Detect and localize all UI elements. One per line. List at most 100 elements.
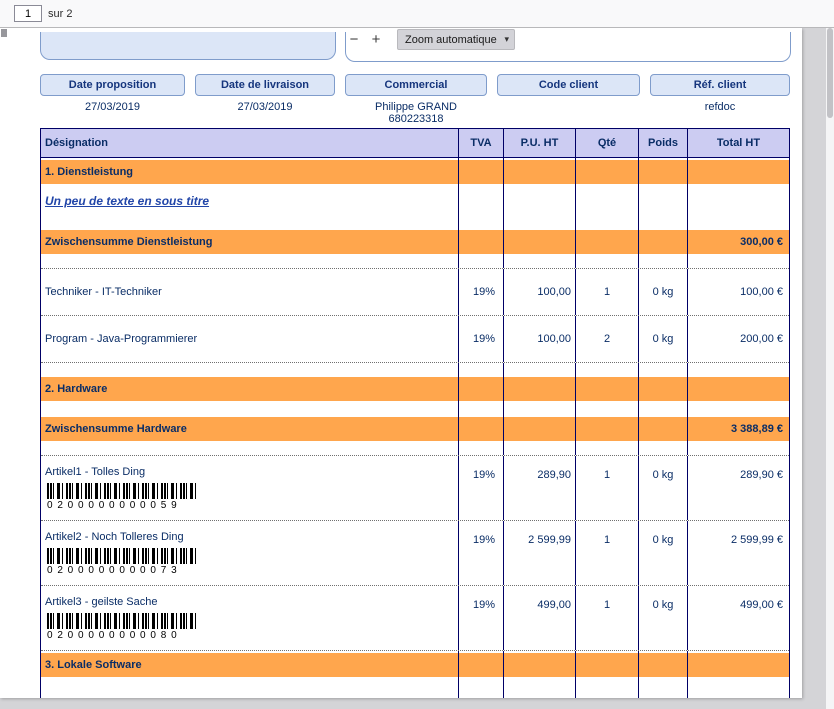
cell bbox=[459, 216, 504, 228]
table-row-item: Artikel1 - Tolles Ding 0 2 0 0 0 0 0 0 0 … bbox=[41, 456, 789, 521]
item-total: 100,00 € bbox=[688, 269, 789, 315]
cell: Artikel2 - Noch Tolleres Ding0 2 0 0 0 0… bbox=[41, 521, 459, 585]
cell bbox=[504, 186, 576, 216]
cell bbox=[459, 363, 504, 375]
item-unit-price: 499,00 bbox=[504, 586, 576, 650]
pdf-toolbar: sur 2 bbox=[0, 0, 834, 28]
barcode-digits: 0 2 0 0 0 0 0 0 0 0 0 5 9 bbox=[45, 500, 458, 511]
item-weight: 0 kg bbox=[639, 586, 688, 650]
zoom-select-value: Zoom automatique bbox=[405, 34, 497, 46]
item-weight: 0 kg bbox=[639, 521, 688, 585]
column-header: Qté bbox=[576, 129, 639, 157]
cell bbox=[504, 403, 576, 415]
page-count-label: sur 2 bbox=[48, 8, 72, 20]
item-tva: 19% bbox=[459, 316, 504, 362]
cell bbox=[459, 158, 504, 186]
cell bbox=[459, 415, 504, 443]
cell bbox=[576, 216, 639, 228]
field-value-line: 27/03/2019 bbox=[195, 101, 335, 113]
item-total: 499,00 € bbox=[688, 586, 789, 650]
chevron-down-icon: ▾ bbox=[504, 34, 509, 45]
cell bbox=[459, 186, 504, 216]
cell bbox=[576, 403, 639, 415]
cutoff-box-left bbox=[40, 32, 336, 60]
cell bbox=[459, 651, 504, 679]
table-row-fill bbox=[41, 679, 789, 698]
cell bbox=[688, 443, 789, 455]
table-header-row: DésignationTVAP.U. HTQtéPoidsTotal HT bbox=[41, 129, 789, 158]
scrollbar-thumb[interactable] bbox=[827, 28, 833, 118]
item-total: 200,00 € bbox=[688, 316, 789, 362]
cell bbox=[459, 256, 504, 268]
item-name: Artikel2 - Noch Tolleres Ding bbox=[45, 531, 458, 543]
zoom-in-button[interactable]: + bbox=[365, 30, 387, 50]
field-value: Philippe GRAND680223318 bbox=[345, 101, 487, 125]
subtitle-text: Un peu de texte en sous titre bbox=[45, 194, 209, 208]
table-row-subtotal: Zwischensumme Hardware3 388,89 € bbox=[41, 415, 789, 443]
vertical-scrollbar[interactable] bbox=[826, 28, 834, 709]
cell bbox=[688, 679, 789, 698]
section-label: Zwischensumme Hardware bbox=[45, 423, 187, 435]
column-header: TVA bbox=[459, 129, 504, 157]
cell bbox=[504, 363, 576, 375]
items-table: DésignationTVAP.U. HTQtéPoidsTotal HT 1.… bbox=[40, 128, 790, 698]
cell bbox=[504, 415, 576, 443]
cell bbox=[576, 415, 639, 443]
field-value-line: refdoc bbox=[650, 101, 790, 113]
item-qty: 1 bbox=[576, 586, 639, 650]
cell bbox=[639, 415, 688, 443]
cell bbox=[576, 651, 639, 679]
page-number-input[interactable] bbox=[14, 5, 42, 22]
cell bbox=[688, 158, 789, 186]
table-body: 1. Dienstleistung Un peu de texte en sous… bbox=[41, 158, 789, 698]
field-value bbox=[497, 101, 640, 125]
cell bbox=[41, 443, 459, 455]
field-label: Date proposition bbox=[40, 74, 185, 96]
cell bbox=[639, 256, 688, 268]
cell bbox=[688, 256, 789, 268]
table-row-spacer bbox=[41, 363, 789, 375]
item-qty: 1 bbox=[576, 456, 639, 520]
cell bbox=[688, 375, 789, 403]
cell bbox=[639, 403, 688, 415]
cell bbox=[639, 651, 688, 679]
barcode bbox=[47, 613, 199, 629]
table-row-spacer bbox=[41, 403, 789, 415]
section-label: Zwischensumme Dienstleistung bbox=[45, 236, 212, 248]
cell bbox=[688, 216, 789, 228]
item-unit-price: 289,90 bbox=[504, 456, 576, 520]
corner-marker bbox=[1, 29, 7, 37]
zoom-select[interactable]: Zoom automatique ▾ bbox=[397, 29, 515, 50]
item-name: Artikel3 - geilste Sache bbox=[45, 596, 458, 608]
item-name: Artikel1 - Tolles Ding bbox=[45, 466, 458, 478]
item-unit-price: 2 599,99 bbox=[504, 521, 576, 585]
section-label: 2. Hardware bbox=[45, 383, 107, 395]
item-qty: 1 bbox=[576, 521, 639, 585]
item-qty: 2 bbox=[576, 316, 639, 362]
pdf-viewer: Date propositionDate de livraisonCommerc… bbox=[0, 28, 834, 709]
field-value-line: 680223318 bbox=[345, 113, 487, 125]
field-value: refdoc bbox=[650, 101, 790, 125]
cell: Zwischensumme Hardware bbox=[41, 415, 459, 443]
cell: Program - Java-Programmierer bbox=[41, 316, 459, 362]
cell bbox=[576, 186, 639, 216]
header-field-labels: Date propositionDate de livraisonCommerc… bbox=[40, 74, 790, 96]
field-value: 27/03/2019 bbox=[195, 101, 335, 125]
item-tva: 19% bbox=[459, 269, 504, 315]
table-row-section: 3. Lokale Software bbox=[41, 651, 789, 679]
item-name: Techniker - IT-Techniker bbox=[45, 286, 162, 298]
table-row-item: Techniker - IT-Techniker19%100,0010 kg10… bbox=[41, 269, 789, 316]
cell bbox=[504, 256, 576, 268]
table-row-item: Program - Java-Programmierer19%100,0020 … bbox=[41, 316, 789, 363]
field-label: Réf. client bbox=[650, 74, 790, 96]
item-unit-price: 100,00 bbox=[504, 316, 576, 362]
cell bbox=[41, 216, 459, 228]
cell: Un peu de texte en sous titre bbox=[41, 186, 459, 216]
subtotal-amount: 300,00 € bbox=[688, 228, 789, 256]
section-label: 3. Lokale Software bbox=[45, 659, 142, 671]
zoom-out-button[interactable]: − bbox=[343, 30, 365, 50]
item-qty: 1 bbox=[576, 269, 639, 315]
table-row-item: Artikel3 - geilste Sache0 2 0 0 0 0 0 0 … bbox=[41, 586, 789, 651]
cell bbox=[41, 363, 459, 375]
cell: 1. Dienstleistung bbox=[41, 158, 459, 186]
